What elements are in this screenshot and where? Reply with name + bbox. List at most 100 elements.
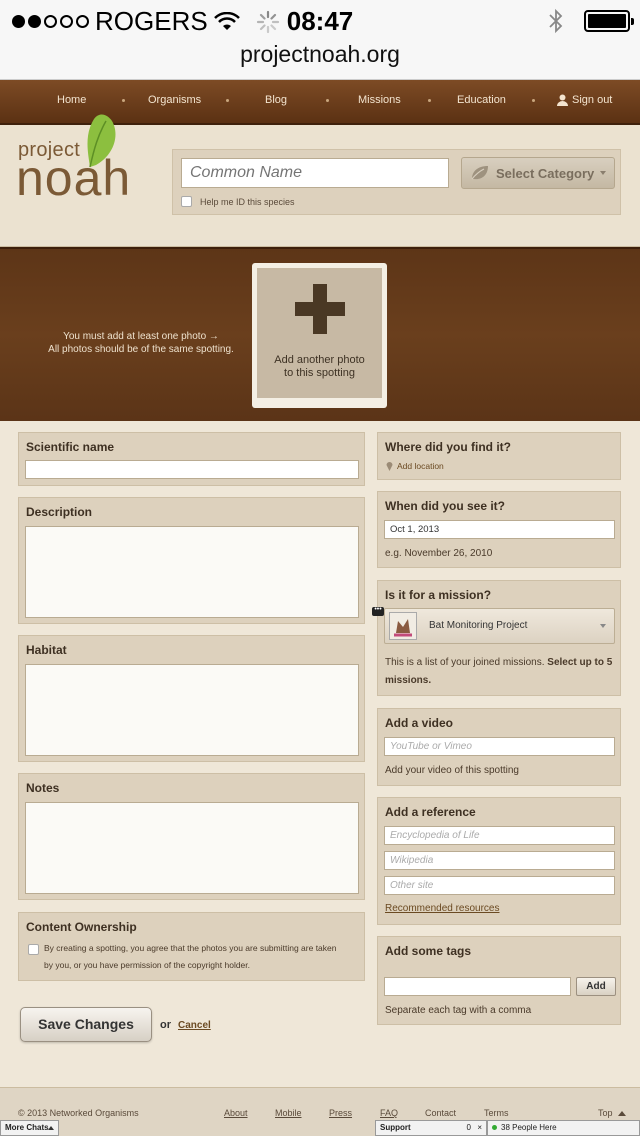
habitat-textarea[interactable] <box>25 664 359 756</box>
photo-hint-line: You must add at least one photo → <box>63 331 219 342</box>
notes-title: Notes <box>26 781 60 795</box>
footer-link-contact[interactable]: Contact <box>425 1108 456 1118</box>
add-tag-button[interactable]: Add <box>576 977 616 996</box>
content-ownership-panel: Content Ownership By creating a spotting… <box>18 912 365 981</box>
species-name-box: Select Category Help me ID this species <box>172 149 621 215</box>
photo-hint: You must add at least one photo → All ph… <box>36 330 246 356</box>
status-bar: ROGERS 08:47 <box>0 0 640 40</box>
mission-info-bold: Select up <box>547 657 592 668</box>
nav-blog[interactable]: Blog <box>265 94 287 106</box>
nav-separator <box>122 99 125 102</box>
ownership-text: By creating a spotting, you agree that t… <box>44 940 362 974</box>
arrow-up-icon <box>48 1126 54 1130</box>
map-pin-icon <box>386 462 393 471</box>
add-photo-button[interactable]: Add another photo to this spotting <box>252 263 387 408</box>
help-me-id-row[interactable]: Help me ID this species <box>181 196 295 207</box>
project-noah-logo[interactable]: project noah <box>0 114 140 225</box>
photo-hint-line: All photos should be of the same spottin… <box>48 344 234 355</box>
url-bar[interactable]: projectnoah.org <box>0 40 640 80</box>
footer-link-terms[interactable]: Terms <box>484 1108 509 1118</box>
support-label: Support <box>380 1123 411 1132</box>
video-panel: Add a video YouTube or Vimeo Add your vi… <box>377 708 621 786</box>
clock: 08:47 <box>286 6 354 36</box>
reference-other-input[interactable]: Other site <box>384 876 615 895</box>
copyright: © 2013 Networked Organisms <box>18 1108 139 1118</box>
tags-input[interactable] <box>384 977 571 996</box>
description-textarea[interactable] <box>25 526 359 618</box>
ownership-text-line: By creating a spotting, you agree that t… <box>44 943 337 953</box>
video-help: Add your video of this spotting <box>385 765 519 776</box>
date-example: e.g. November 26, 2010 <box>385 548 493 559</box>
mission-panel: Is it for a mission? Bat Monitoring Proj… <box>377 580 621 696</box>
ownership-text-line: by you, or you have permission of the co… <box>44 960 251 970</box>
nav-missions[interactable]: Missions <box>358 94 401 106</box>
add-location-link[interactable]: Add location <box>386 461 444 471</box>
save-changes-button[interactable]: Save Changes <box>20 1007 152 1042</box>
add-photo-label: Add another photo to this spotting <box>257 354 382 380</box>
nav-sign-out[interactable]: Sign out <box>557 94 612 106</box>
online-status-icon <box>492 1125 497 1130</box>
nav-education[interactable]: Education <box>457 94 506 106</box>
tags-title: Add some tags <box>385 944 472 958</box>
help-me-id-checkbox[interactable] <box>181 196 192 207</box>
support-chat-tab[interactable]: Support 0 × <box>375 1120 487 1136</box>
chevron-down-icon <box>600 624 606 628</box>
top-label: Top <box>598 1108 613 1118</box>
bat-thumbnail-icon <box>389 612 417 640</box>
mission-info: This is a list of your joined missions. … <box>385 654 617 690</box>
footer-link-about[interactable]: About <box>224 1108 248 1118</box>
close-icon[interactable]: × <box>477 1121 482 1135</box>
select-category-button[interactable]: Select Category <box>461 157 615 189</box>
battery-icon <box>584 10 634 32</box>
notes-textarea[interactable] <box>25 802 359 894</box>
reference-panel: Add a reference Encyclopedia of Life Wik… <box>377 797 621 925</box>
footer-link-faq[interactable]: FAQ <box>380 1108 398 1118</box>
user-icon <box>557 94 568 106</box>
nav-separator <box>226 99 229 102</box>
habitat-title: Habitat <box>26 643 67 657</box>
nav-separator <box>326 99 329 102</box>
select-category-label: Select Category <box>496 165 595 181</box>
scientific-name-input[interactable] <box>25 460 359 479</box>
recommended-resources-link[interactable]: Recommended resources <box>385 900 500 918</box>
reference-wikipedia-input[interactable]: Wikipedia <box>384 851 615 870</box>
support-count: 0 <box>466 1123 471 1132</box>
back-to-top-link[interactable]: Top <box>598 1108 626 1118</box>
description-title: Description <box>26 505 93 519</box>
footer-link-mobile[interactable]: Mobile <box>275 1108 302 1118</box>
scientific-name-title: Scientific name <box>26 440 115 454</box>
mission-selected-label: Bat Monitoring Project <box>429 620 528 631</box>
add-photo-line: Add another photo <box>274 354 365 366</box>
tags-help: Separate each tag with a comma <box>385 1005 532 1016</box>
nav-separator <box>532 99 535 102</box>
cancel-link[interactable]: Cancel <box>178 1020 211 1031</box>
date-title: When did you see it? <box>385 499 506 513</box>
more-chats-tab[interactable]: More Chats <box>0 1120 59 1136</box>
footer-link-press[interactable]: Press <box>329 1108 352 1118</box>
more-icon[interactable]: ••• <box>372 606 384 616</box>
date-input[interactable]: Oct 1, 2013 <box>384 520 615 539</box>
nav-home[interactable]: Home <box>57 94 86 106</box>
ownership-checkbox[interactable] <box>28 944 39 955</box>
mission-select[interactable]: Bat Monitoring Project <box>384 608 615 644</box>
logo-text-noah: noah <box>16 150 132 206</box>
chevron-down-icon <box>600 171 606 175</box>
photo-upload-area: You must add at least one photo → All ph… <box>0 247 640 421</box>
content-ownership-title: Content Ownership <box>26 920 137 934</box>
header: project noah Select Category Help me ID … <box>0 114 640 247</box>
add-location-label: Add location <box>397 461 444 471</box>
sign-out-label: Sign out <box>572 94 613 106</box>
leaf-category-icon <box>471 166 488 180</box>
common-name-input[interactable] <box>181 158 449 188</box>
reference-title: Add a reference <box>385 805 476 819</box>
nav-organisms[interactable]: Organisms <box>148 94 201 106</box>
more-chats-label: More Chats <box>5 1123 49 1132</box>
people-here-tab[interactable]: 38 People Here <box>487 1120 640 1136</box>
tags-panel: Add some tags Add Separate each tag with… <box>377 936 621 1025</box>
reference-eol-input[interactable]: Encyclopedia of Life <box>384 826 615 845</box>
location-panel: Where did you find it? Add location <box>377 432 621 480</box>
video-url-input[interactable]: YouTube or Vimeo <box>384 737 615 756</box>
scientific-name-panel: Scientific name <box>18 432 365 486</box>
location-title: Where did you find it? <box>385 440 511 454</box>
bluetooth-icon <box>549 8 563 34</box>
